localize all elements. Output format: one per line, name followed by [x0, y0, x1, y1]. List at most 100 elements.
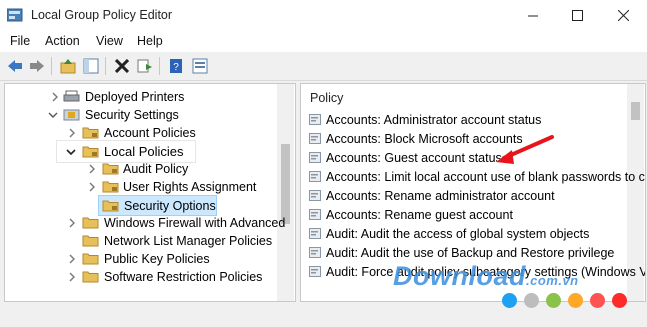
chevron-right-icon — [69, 128, 75, 138]
policy-row[interactable]: Accounts: Limit local account use of bla… — [309, 167, 645, 186]
policy-row[interactable]: Accounts: Rename guest account — [309, 205, 513, 224]
chevron-down-icon — [66, 149, 76, 156]
show-hide-tree-button[interactable] — [81, 56, 101, 76]
folder-icon — [82, 235, 99, 247]
tree-item-account-policies[interactable]: Account Policies — [5, 124, 275, 142]
watermark-dot — [568, 293, 583, 308]
tree-item-label: User Rights Assignment — [123, 180, 257, 194]
policy-row-label: Accounts: Administrator account status — [326, 112, 542, 127]
menu-action[interactable]: Action — [45, 34, 80, 48]
watermark-dot — [612, 293, 627, 308]
close-icon — [617, 10, 629, 21]
policy-setting-icon — [309, 247, 321, 258]
policy-setting-icon — [309, 190, 321, 201]
folder-lock-icon — [102, 163, 119, 175]
folder-lock-icon — [102, 181, 119, 193]
tree-item-audit-policy[interactable]: Audit Policy — [5, 160, 275, 178]
delete-x-icon — [115, 59, 129, 73]
tree-item-deployed-printers[interactable]: Deployed Printers — [5, 88, 275, 106]
properties-button[interactable] — [190, 56, 210, 76]
minimize-button[interactable] — [510, 0, 556, 31]
svg-text:?: ? — [173, 62, 179, 73]
policy-setting-icon — [309, 171, 321, 182]
watermark-dot — [590, 293, 605, 308]
watermark-dot — [502, 293, 517, 308]
forward-arrow-icon — [30, 60, 44, 72]
red-annotation-arrow — [496, 135, 554, 164]
policy-setting-icon — [309, 133, 321, 144]
policy-row[interactable]: Audit: Audit the access of global system… — [309, 224, 589, 243]
up-level-button[interactable] — [58, 56, 78, 76]
menu-bar: File Action View Help — [0, 31, 647, 52]
tree-item-user-rights-assignment[interactable]: User Rights Assignment — [5, 178, 275, 196]
forward-button[interactable] — [27, 56, 47, 76]
tree-item-label: Network List Manager Policies — [104, 234, 273, 248]
tree-item-public-key-policies[interactable]: Public Key Policies — [5, 250, 275, 268]
policy-scrollbar-thumb[interactable] — [631, 102, 640, 120]
tree-item-local-policies[interactable]: Local Policies — [57, 141, 195, 162]
maximize-button[interactable] — [554, 0, 600, 31]
chevron-down-icon — [48, 112, 58, 118]
tree-item-label: Local Policies — [104, 144, 184, 159]
chevron-right-icon — [69, 272, 75, 282]
tree-item-security-settings[interactable]: Security Settings — [5, 106, 275, 124]
export-list-button[interactable] — [135, 56, 155, 76]
delete-button[interactable] — [112, 56, 132, 76]
tree-item-software-restriction[interactable]: Software Restriction Policies — [5, 268, 275, 286]
back-arrow-icon — [8, 60, 22, 72]
tree-item-label: Software Restriction Policies — [104, 270, 263, 284]
tree-item-label: Public Key Policies — [104, 252, 210, 266]
tree-scrollbar[interactable] — [277, 84, 294, 301]
policy-row-label: Audit: Audit the access of global system… — [326, 226, 590, 241]
minimize-icon — [527, 15, 538, 17]
policy-setting-icon — [309, 209, 321, 220]
toolbar-separator — [51, 57, 52, 75]
folder-lock-icon — [82, 146, 99, 158]
tree-item-label: Audit Policy — [123, 162, 189, 176]
chevron-right-icon — [89, 182, 95, 192]
help-book-icon: ? — [170, 59, 182, 73]
folder-lock-icon — [102, 200, 119, 212]
menu-help[interactable]: Help — [137, 34, 163, 48]
folder-icon — [82, 253, 99, 265]
folder-up-icon — [60, 59, 76, 74]
back-button[interactable] — [5, 56, 25, 76]
policy-row-label: Accounts: Rename guest account — [326, 207, 513, 222]
tree-item-security-options[interactable]: Security Options — [98, 195, 217, 216]
policy-row-label: Accounts: Limit local account use of bla… — [326, 169, 645, 184]
watermark-suffix: .com.vn — [526, 273, 579, 288]
chevron-right-icon — [69, 218, 75, 228]
policy-row-label: Audit: Audit the use of Backup and Resto… — [326, 245, 615, 260]
menu-view[interactable]: View — [96, 34, 123, 48]
window-title: Local Group Policy Editor — [31, 8, 173, 22]
policy-column-header[interactable]: Policy — [310, 91, 343, 105]
folder-icon — [82, 271, 99, 283]
group-policy-app-icon — [7, 8, 23, 22]
policy-row[interactable]: Accounts: Administrator account status — [309, 110, 541, 129]
tree-item-network-list-manager[interactable]: Network List Manager Policies — [5, 232, 275, 250]
policy-setting-icon — [309, 114, 321, 125]
policy-row[interactable]: Accounts: Rename administrator account — [309, 186, 555, 205]
title-bar: Local Group Policy Editor — [0, 0, 647, 31]
printer-icon — [63, 90, 80, 102]
watermark-logo: Download.com.vn — [393, 261, 579, 292]
chevron-right-icon — [52, 92, 58, 102]
policy-row[interactable]: Audit: Audit the use of Backup and Resto… — [309, 243, 614, 262]
maximize-icon — [571, 10, 583, 21]
policy-row[interactable]: Accounts: Guest account status — [309, 148, 502, 167]
watermark-text: Download — [393, 261, 526, 291]
chevron-right-icon — [89, 164, 95, 174]
tree-item-label: Security Options — [124, 198, 216, 213]
toolbar-separator — [105, 57, 106, 75]
watermark-dot — [524, 293, 539, 308]
menu-file[interactable]: File — [10, 34, 30, 48]
help-button[interactable]: ? — [166, 56, 186, 76]
policy-row-label: Accounts: Guest account status — [326, 150, 502, 165]
security-settings-icon — [63, 109, 80, 121]
tree-item-windows-firewall[interactable]: Windows Firewall with Advanced — [5, 214, 285, 232]
close-button[interactable] — [600, 0, 646, 31]
export-list-icon — [137, 59, 152, 73]
policy-setting-icon — [309, 152, 321, 163]
tree-scrollbar-thumb[interactable] — [281, 144, 290, 224]
tree-item-label: Security Settings — [85, 108, 179, 122]
